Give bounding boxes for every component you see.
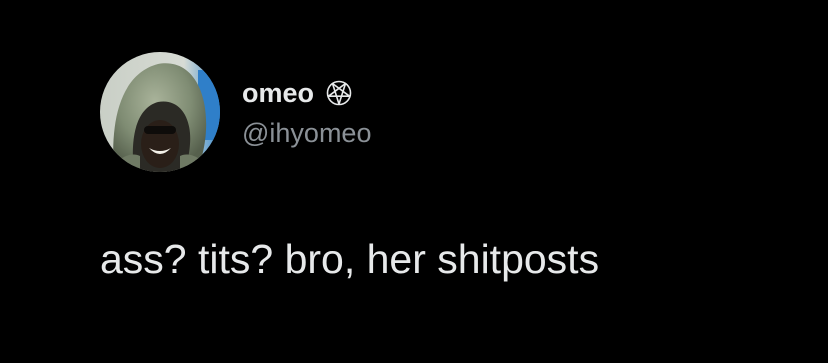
author-name-row: omeo — [242, 76, 352, 110]
tweet-card: omeo @ihyomeo ass? tits? bro, her shitpo… — [0, 0, 828, 363]
tweet-text: ass? tits? bro, her shitposts — [100, 236, 600, 282]
avatar-image — [100, 52, 220, 172]
pentagram-icon — [326, 80, 352, 106]
author-handle[interactable]: @ihyomeo — [242, 116, 371, 150]
display-name[interactable]: omeo — [242, 76, 314, 110]
avatar[interactable] — [100, 52, 220, 172]
